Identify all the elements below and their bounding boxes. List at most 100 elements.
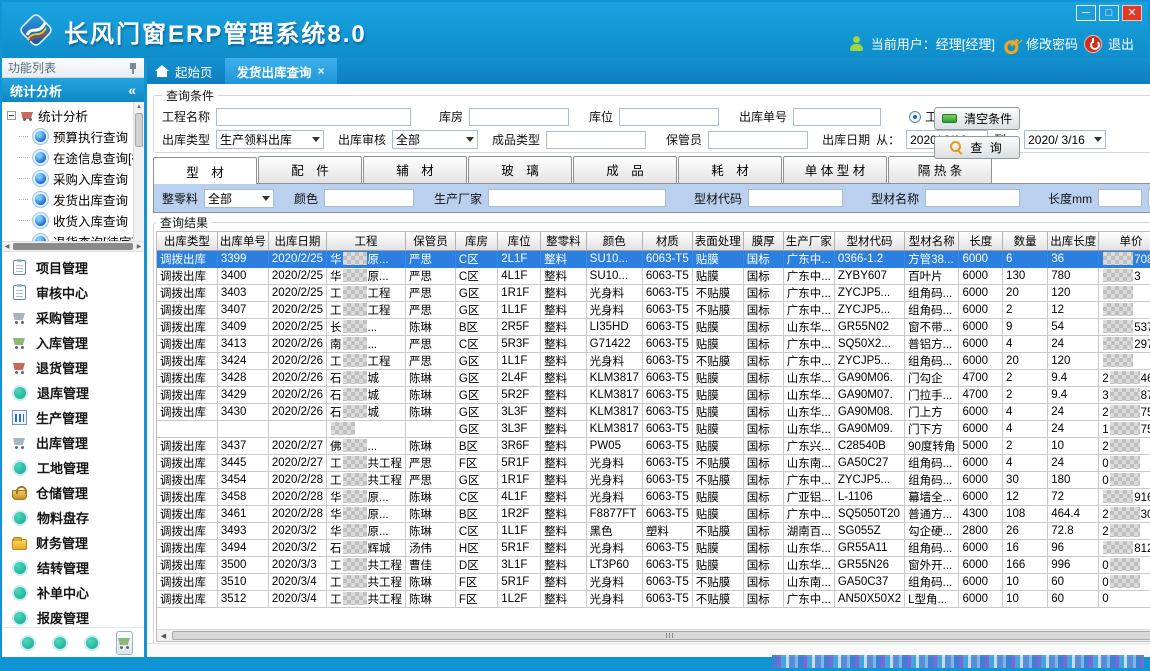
sidebar-module-1[interactable]: 项目管理	[2, 255, 144, 280]
sidebar-module-8[interactable]: 出库管理	[2, 430, 144, 455]
table-row[interactable]: 调拨出库34372020/2/27佛...陈琳B区3R6F整料PW056063-…	[157, 438, 1150, 455]
table-cell[interactable]: 严思	[406, 268, 456, 285]
table-row[interactable]: 调拨出库34292020/2/26石城陈琳G区5R2F整料KLM38176063…	[157, 387, 1150, 404]
table-cell[interactable]: 整料	[541, 302, 587, 319]
grid-horizontal-scrollbar[interactable]: ◀ ▶	[157, 629, 1150, 641]
table-cell[interactable]	[218, 421, 269, 438]
table-cell[interactable]: 国标	[744, 438, 784, 455]
table-cell[interactable]: 国标	[744, 557, 784, 574]
table-cell[interactable]: 整料	[541, 455, 587, 472]
table-cell[interactable]: 6063-T5	[643, 557, 693, 574]
table-cell[interactable]: 山东南...	[784, 574, 835, 591]
table-cell[interactable]: 贴膜	[693, 489, 744, 506]
table-cell[interactable]: 2020/2/26	[269, 370, 327, 387]
tree-item-5[interactable]: 收货入库查询	[7, 210, 144, 231]
table-cell[interactable]: 3403	[218, 285, 269, 302]
table-cell[interactable]: 6000	[959, 251, 1003, 268]
table-cell[interactable]: 0	[1099, 557, 1150, 574]
table-cell[interactable]: ZYCJP5...	[835, 353, 905, 370]
table-cell[interactable]: 广东中...	[784, 506, 835, 523]
material-tab-4[interactable]: 玻 璃	[468, 156, 572, 183]
table-cell[interactable]: 湖南百...	[784, 523, 835, 540]
table-cell[interactable]: 组角码...	[905, 302, 959, 319]
material-tab-7[interactable]: 单 体 型 材	[783, 156, 887, 183]
table-cell[interactable]: 6063-T5	[643, 302, 693, 319]
table-cell[interactable]: 汤伟	[406, 540, 456, 557]
table-cell[interactable]: 门上方	[905, 404, 959, 421]
table-cell[interactable]: 国标	[744, 540, 784, 557]
table-row[interactable]: 调拨出库35002020/3/3工共工程曹佳D区3L1F整料LT3P606063…	[157, 557, 1150, 574]
table-cell[interactable]: 464.4	[1048, 506, 1099, 523]
table-cell[interactable]: 光身料	[587, 285, 643, 302]
table-cell[interactable]: 组角码...	[905, 540, 959, 557]
table-cell[interactable]: 山东华...	[784, 387, 835, 404]
sidebar-module-6[interactable]: 退库管理	[2, 380, 144, 405]
table-cell[interactable]: 整料	[541, 336, 587, 353]
table-cell[interactable]: G71422	[587, 336, 643, 353]
table-cell[interactable]: 广东中...	[784, 591, 835, 608]
table-cell[interactable]	[157, 421, 218, 438]
table-cell[interactable]: LT3P60	[587, 557, 643, 574]
tree-expander-icon[interactable]	[7, 111, 16, 120]
table-cell[interactable]: 3445	[218, 455, 269, 472]
table-cell[interactable]: 调拨出库	[157, 540, 218, 557]
table-cell[interactable]: 6000	[959, 285, 1003, 302]
table-row[interactable]: 调拨出库35122020/3/4工共工程陈琳F区1L2F整料光身料6063-T5…	[157, 591, 1150, 608]
table-cell[interactable]: 广东兴...	[784, 438, 835, 455]
table-cell[interactable]: 1R1F	[498, 472, 541, 489]
table-row[interactable]: 调拨出库34932020/3/2华原...陈琳C区1L1F整料黑色塑料不贴膜国标…	[157, 523, 1150, 540]
table-cell[interactable]: 整料	[541, 523, 587, 540]
table-cell[interactable]: 严思	[406, 472, 456, 489]
sidebar-module-10[interactable]: 仓储管理	[2, 480, 144, 505]
table-cell[interactable]: 6063-T5	[643, 455, 693, 472]
length-from-input[interactable]	[1098, 189, 1142, 207]
table-cell[interactable]: C28540B	[835, 438, 905, 455]
table-cell[interactable]: 6000	[959, 574, 1003, 591]
table-cell[interactable]: 6000	[959, 404, 1003, 421]
table-cell[interactable]	[327, 421, 406, 438]
table-cell[interactable]: 广东中...	[784, 353, 835, 370]
table-cell[interactable]: 72	[1048, 489, 1099, 506]
table-cell[interactable]: 组角码...	[905, 285, 959, 302]
column-header[interactable]: 数量	[1003, 232, 1048, 251]
table-cell[interactable]: 工共工程	[327, 574, 406, 591]
table-cell[interactable]: 3458	[218, 489, 269, 506]
table-cell[interactable]: 不贴膜	[693, 285, 744, 302]
table-cell[interactable]: 调拨出库	[157, 557, 218, 574]
table-cell[interactable]: 工共工程	[327, 557, 406, 574]
table-cell[interactable]: 光身料	[587, 353, 643, 370]
scroll-right-arrow-icon[interactable]: ▶	[134, 243, 144, 250]
table-cell[interactable]: 陈琳	[406, 387, 456, 404]
table-cell[interactable]: 96	[1048, 540, 1099, 557]
table-cell[interactable]: 调拨出库	[157, 370, 218, 387]
table-cell[interactable]: 1R1F	[498, 285, 541, 302]
table-cell[interactable]: 2020/2/28	[269, 506, 327, 523]
table-cell[interactable]: 4L1F	[498, 489, 541, 506]
table-cell[interactable]: 708	[1099, 251, 1150, 268]
table-cell[interactable]: 调拨出库	[157, 319, 218, 336]
table-cell[interactable]: L型角...	[905, 591, 959, 608]
table-cell[interactable]: 贴膜	[693, 438, 744, 455]
table-cell[interactable]: 整料	[541, 404, 587, 421]
table-cell[interactable]: ZYCJP5...	[835, 472, 905, 489]
table-cell[interactable]: C区	[456, 489, 498, 506]
table-cell[interactable]: G区	[456, 472, 498, 489]
tree-item-2[interactable]: 在途信息查询[待	[7, 147, 144, 168]
table-cell[interactable]: 不贴膜	[693, 353, 744, 370]
table-cell[interactable]: 调拨出库	[157, 302, 218, 319]
table-row[interactable]: G区3L3F整料KLM38176063-T5贴膜国标山东华...GA90M09.…	[157, 421, 1150, 438]
table-cell[interactable]: 6063-T5	[643, 387, 693, 404]
table-cell[interactable]: G区	[456, 421, 498, 438]
table-cell[interactable]	[269, 421, 327, 438]
table-cell[interactable]: KLM3817	[587, 404, 643, 421]
table-cell[interactable]: 1L2F	[498, 591, 541, 608]
table-cell[interactable]: 2020/2/26	[269, 336, 327, 353]
table-cell[interactable]: 山东华...	[784, 421, 835, 438]
table-cell[interactable]: GR55A11	[835, 540, 905, 557]
table-cell[interactable]: 陈琳	[406, 506, 456, 523]
table-cell[interactable]: 6063-T5	[643, 251, 693, 268]
table-row[interactable]: 调拨出库34242020/2/26工工程严思G区1L1F整料光身料6063-T5…	[157, 353, 1150, 370]
table-cell[interactable]: 2468	[1099, 370, 1150, 387]
table-cell[interactable]: 2	[1003, 438, 1048, 455]
tree-vscroll-thumb[interactable]	[135, 113, 143, 147]
